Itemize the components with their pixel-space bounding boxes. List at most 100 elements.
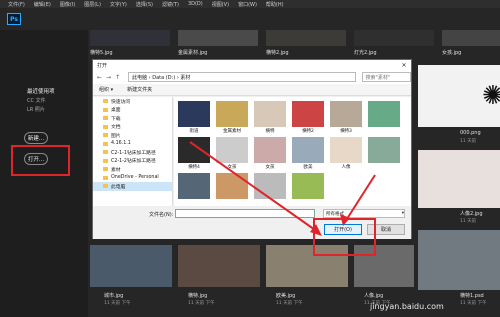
nav-item[interactable]: 下载 (93, 114, 172, 123)
menu-item[interactable]: 帮助(H) (266, 1, 284, 8)
thumb-label: 横特.jpg (188, 293, 208, 299)
forward-arrow-icon[interactable]: → (106, 74, 111, 81)
up-arrow-icon[interactable]: ↑ (115, 74, 120, 81)
menu-item[interactable]: 编辑(E) (34, 1, 51, 8)
filename-label: 文件名(N): (149, 212, 174, 218)
recent-thumb[interactable] (418, 150, 500, 208)
menu-item[interactable]: 滤镜(T) (162, 1, 179, 8)
watermark: jingyan.baidu.com (370, 302, 444, 311)
file-thumbnail[interactable] (292, 173, 324, 199)
lr-photos-link[interactable]: LR 照片 (27, 106, 45, 113)
recent-thumb[interactable] (90, 245, 172, 287)
nav-item-label: C2-1-1钻床加工路径 (111, 150, 156, 156)
menu-item[interactable]: 文件(F) (8, 1, 25, 8)
new-button[interactable]: 新建... (24, 132, 48, 144)
folder-icon (103, 124, 108, 129)
organize-button[interactable]: 组织 ▾ (99, 86, 113, 93)
recent-thumb[interactable] (354, 30, 434, 46)
file-name: 横特4 (188, 165, 200, 170)
file-thumbnail[interactable] (254, 101, 286, 127)
file-thumbnail[interactable] (178, 101, 210, 127)
file-thumbnail[interactable] (368, 137, 400, 163)
highlight-box-open (11, 145, 70, 176)
menu-item[interactable]: 图层(L) (84, 1, 101, 8)
folder-icon (103, 158, 108, 163)
nav-item-label: 4.16.1.1 (111, 141, 131, 147)
file-thumbnail[interactable] (292, 137, 324, 163)
recent-thumb[interactable] (178, 30, 258, 46)
filename-input[interactable] (175, 209, 315, 218)
file-name: 横特 (265, 129, 275, 134)
filetype-select[interactable]: 所有格式 ▾ (323, 209, 405, 218)
cc-files-link[interactable]: CC 文件 (27, 97, 46, 104)
nav-item[interactable]: C2-1-1钻床加工路径 (93, 148, 172, 157)
file-name: 横特3 (340, 129, 352, 134)
nav-item[interactable]: 快速访问 (93, 97, 172, 106)
address-bar: ← → ↑ 此电脑 › Data (D:) › 素材 搜索"素材" (93, 70, 411, 84)
nav-item[interactable]: 4.16.1.1 (93, 140, 172, 149)
file-thumbnail[interactable] (178, 137, 210, 163)
file-name: 人像 (341, 165, 351, 170)
thumb-label: 城市.jpg (104, 293, 124, 299)
recent-thumb[interactable] (266, 30, 346, 46)
thumb-date: 11 天前 下午 (460, 301, 487, 306)
nav-item-label: OneDrive - Personal (111, 175, 159, 181)
folder-icon (103, 141, 108, 146)
nav-item[interactable]: 图片 (93, 131, 172, 140)
file-name: 金属素材 (223, 129, 241, 134)
recent-thumb[interactable] (442, 30, 500, 46)
file-thumbnail[interactable] (330, 101, 362, 127)
nav-item[interactable]: OneDrive - Personal (93, 174, 172, 183)
nav-item[interactable]: 此电脑 (93, 182, 172, 191)
thumb-label: 人像2.jpg (460, 211, 483, 217)
recent-thumb[interactable] (90, 30, 170, 46)
window-controls: ✕ (397, 62, 411, 69)
file-thumbnail[interactable] (178, 173, 210, 199)
nav-item[interactable]: C2-1-2钻床加工路径 (93, 157, 172, 166)
file-name: 女孩 (227, 165, 237, 170)
file-thumbnail[interactable] (254, 137, 286, 163)
search-input[interactable]: 搜索"素材" (361, 72, 411, 82)
thumb-date: 11 天前 下午 (276, 301, 303, 306)
chevron-down-icon: ▾ (401, 211, 404, 216)
file-thumbnail[interactable] (330, 137, 362, 163)
file-thumbnail[interactable] (216, 173, 248, 199)
menu-item[interactable]: 窗口(W) (238, 1, 257, 8)
folder-icon (103, 116, 108, 121)
menu-item[interactable]: 视图(V) (212, 1, 229, 8)
thumb-label: 人像.jpg (364, 293, 384, 299)
menu-item[interactable]: 选择(S) (136, 1, 153, 8)
thumb-label: 金属素材.jpg (178, 50, 208, 56)
recent-files-label[interactable]: 最近使用项 (27, 87, 55, 95)
nav-item[interactable]: 文档 (93, 123, 172, 132)
close-icon[interactable]: ✕ (397, 62, 411, 69)
thumb-label: 横特5.jpg (90, 50, 113, 56)
thumb-label: 灯光2.jpg (354, 50, 377, 56)
thumb-label: 女孩.jpg (442, 50, 462, 56)
recent-thumb[interactable] (418, 230, 500, 290)
filetype-value: 所有格式 (326, 211, 344, 217)
new-folder-button[interactable]: 新建文件夹 (127, 86, 152, 93)
file-thumbnail[interactable] (216, 137, 248, 163)
nav-item-label: 桌面 (111, 108, 121, 114)
nav-item[interactable]: 桌面 (93, 106, 172, 115)
menu-item[interactable]: 3D(D) (188, 1, 203, 7)
thumb-label: 000.png (460, 130, 481, 136)
thumb-date: 11 天前 (460, 139, 477, 144)
breadcrumb[interactable]: 此电脑 › Data (D:) › 素材 (128, 72, 356, 82)
menu-item[interactable]: 图像(I) (60, 1, 75, 8)
file-thumbnail[interactable] (292, 101, 324, 127)
file-thumbnail[interactable] (254, 173, 286, 199)
back-arrow-icon[interactable]: ← (97, 74, 102, 81)
thumb-label: 横特1.psd (460, 293, 484, 299)
nav-item[interactable]: 素材 (93, 165, 172, 174)
nav-item-label: 此电脑 (111, 184, 126, 190)
file-thumbnail[interactable] (216, 101, 248, 127)
file-thumbnail[interactable] (368, 101, 400, 127)
thumb-date: 11 天前 下午 (188, 301, 215, 306)
recent-thumb[interactable] (178, 245, 260, 287)
thumb-date: 11 天前 下午 (104, 301, 131, 306)
menu-item[interactable]: 文字(Y) (110, 1, 127, 8)
folder-icon (103, 133, 108, 138)
folder-icon (103, 107, 108, 112)
